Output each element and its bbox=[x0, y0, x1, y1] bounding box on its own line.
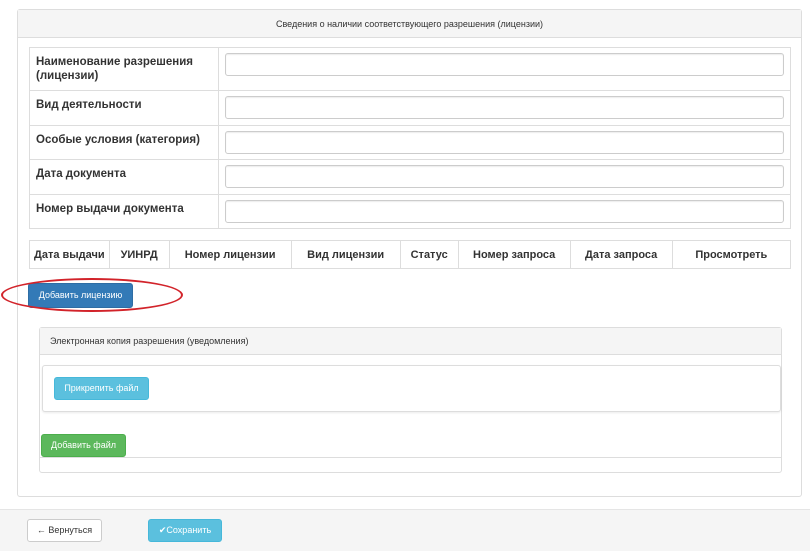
license-table: Дата выдачи УИНРД Номер лицензии Вид лиц… bbox=[29, 240, 792, 269]
column-header-uinrd[interactable]: УИНРД bbox=[108, 240, 170, 269]
column-header-request-date[interactable]: Дата запроса bbox=[569, 240, 673, 269]
document-number-input[interactable] bbox=[225, 200, 784, 223]
add-file-button[interactable]: Добавить файл bbox=[41, 434, 126, 457]
field-label: Дата документа bbox=[29, 159, 219, 195]
special-conditions-input[interactable] bbox=[225, 131, 784, 154]
form-row: Наименование разрешения (лицензии) bbox=[29, 47, 791, 91]
column-header-license-number[interactable]: Номер лицензии bbox=[168, 240, 292, 269]
table-header-row: Дата выдачи УИНРД Номер лицензии Вид лиц… bbox=[29, 240, 792, 269]
divider bbox=[40, 457, 781, 458]
license-form: Наименование разрешения (лицензии) Вид д… bbox=[29, 47, 791, 229]
column-header-request-number[interactable]: Номер запроса bbox=[457, 240, 571, 269]
back-button[interactable]: ← Вернуться bbox=[27, 519, 102, 542]
license-name-input[interactable] bbox=[225, 53, 784, 76]
back-button-label: Вернуться bbox=[48, 525, 93, 535]
form-row: Особые условия (категория) bbox=[29, 125, 791, 160]
column-header-view[interactable]: Просмотреть bbox=[671, 240, 792, 269]
field-label: Наименование разрешения (лицензии) bbox=[29, 47, 219, 91]
field-label: Вид деятельности bbox=[29, 90, 219, 126]
save-button[interactable]: ✔Сохранить bbox=[148, 519, 222, 542]
attachment-panel: Электронная копия разрешения (уведомлени… bbox=[39, 327, 782, 473]
document-date-input[interactable] bbox=[225, 165, 784, 188]
column-header-license-type[interactable]: Вид лицензии bbox=[290, 240, 401, 269]
attach-file-button[interactable]: Прикрепить файл bbox=[54, 377, 149, 400]
form-row: Номер выдачи документа bbox=[29, 194, 791, 229]
arrow-left-icon: ← bbox=[36, 525, 46, 535]
add-license-button[interactable]: Добавить лицензию bbox=[28, 283, 133, 308]
attach-file-area: Прикрепить файл bbox=[42, 365, 781, 412]
license-panel: Сведения о наличии соответствующего разр… bbox=[17, 9, 802, 497]
panel-title: Сведения о наличии соответствующего разр… bbox=[18, 10, 801, 38]
form-row: Вид деятельности bbox=[29, 90, 791, 126]
form-row: Дата документа bbox=[29, 159, 791, 195]
save-button-label: Сохранить bbox=[166, 525, 212, 535]
activity-type-input[interactable] bbox=[225, 96, 784, 119]
field-label: Номер выдачи документа bbox=[29, 194, 219, 229]
column-header-status[interactable]: Статус bbox=[399, 240, 459, 269]
attachment-panel-title: Электронная копия разрешения (уведомлени… bbox=[40, 328, 781, 355]
field-label: Особые условия (категория) bbox=[29, 125, 219, 160]
footer-bar: ← Вернуться ✔Сохранить bbox=[0, 509, 810, 551]
column-header-issue-date[interactable]: Дата выдачи bbox=[29, 240, 110, 269]
